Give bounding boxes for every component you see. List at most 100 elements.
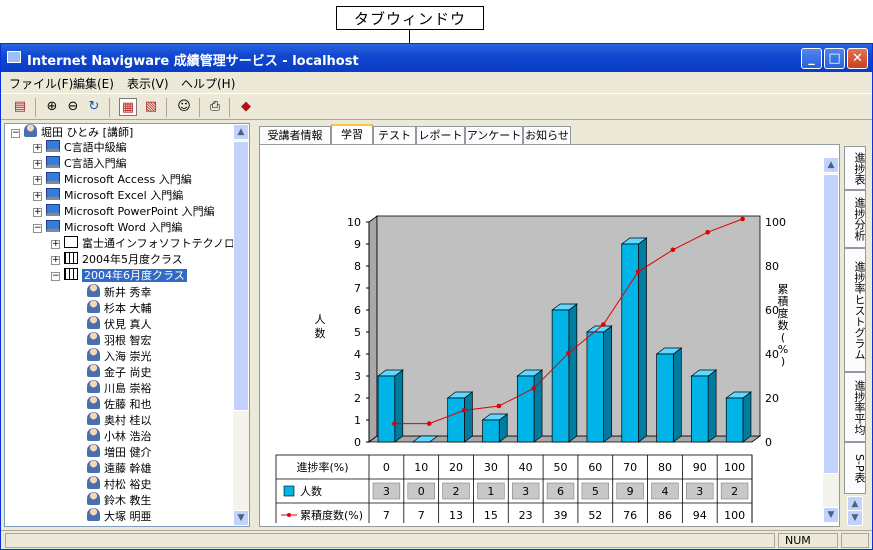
count-cell-value: 3: [522, 485, 529, 498]
menu-file[interactable]: ファイル(F): [9, 75, 73, 92]
layout-a-icon[interactable]: ▦: [119, 98, 137, 116]
zoom-out-icon[interactable]: ⊖: [64, 98, 82, 116]
cumulative-point: [461, 408, 467, 413]
menu-view[interactable]: 表示(V): [127, 75, 169, 92]
tree-course[interactable]: + Microsoft Access 入門編: [33, 172, 192, 188]
cumulative-point: [740, 216, 745, 222]
toolbar-separator: [109, 98, 110, 117]
side-tab-progress-histogram[interactable]: 進捗率ヒストグラム: [844, 248, 866, 372]
book-icon[interactable]: ◆: [237, 98, 255, 116]
tree-course[interactable]: + C言語入門編: [33, 156, 127, 172]
toolbar-separator: [35, 98, 36, 117]
tree-student[interactable]: 増田 健介: [87, 444, 152, 460]
scroll-down-button[interactable]: ▼: [233, 510, 249, 526]
y-left-tick-label: 8: [354, 260, 361, 273]
y-left-axis-title: 人: [315, 313, 326, 326]
student-name: 伏見 真人: [104, 318, 152, 331]
tab-questionnaire[interactable]: アンケート: [465, 126, 523, 144]
student-name: 佐藤 和也: [104, 398, 152, 411]
content-scroll-down-button[interactable]: ▼: [823, 507, 839, 523]
tree-student[interactable]: 大塚 明亜: [87, 508, 152, 524]
side-tab-progress-table[interactable]: 進捗表: [844, 146, 866, 190]
tree-course[interactable]: + Microsoft PowerPoint 入門編: [33, 204, 215, 220]
tree-view-icon[interactable]: ▤: [11, 98, 29, 116]
refresh-icon[interactable]: ↻: [85, 98, 103, 116]
tree-student[interactable]: 遠藤 幹雄: [87, 460, 152, 476]
tree-student[interactable]: 小林 浩治: [87, 428, 152, 444]
course-icon: [46, 140, 60, 152]
tree-student[interactable]: 新井 秀幸: [87, 284, 152, 300]
title-bar: Internet Navigware 成績管理サービス - localhost …: [1, 44, 872, 72]
tree-student[interactable]: 奥村 桂以: [87, 412, 152, 428]
side-tab-scroll-down[interactable]: ▼: [847, 510, 863, 526]
tree-course[interactable]: + C言語中級編: [33, 140, 127, 156]
student-name: 大塚 明亜: [104, 510, 152, 523]
student-icon: [87, 364, 100, 377]
tree-student[interactable]: 杉本 大輔: [87, 300, 152, 316]
class-icon: [64, 268, 78, 280]
toolbar-separator: [166, 98, 167, 117]
tab-learning[interactable]: 学習: [331, 124, 373, 145]
user-card-icon[interactable]: ☺: [175, 98, 193, 116]
tree-group[interactable]: + 富士通インフォソフトテクノロジ: [51, 236, 246, 252]
tree-group-selected[interactable]: −2004年6月度クラス: [51, 268, 187, 284]
print-icon[interactable]: ⎙: [206, 98, 224, 116]
tab-student-info[interactable]: 受講者情報: [259, 126, 331, 144]
content-scroll-thumb[interactable]: [823, 174, 839, 474]
cumulative-point: [670, 247, 676, 253]
y-right-axis-title: ): [781, 355, 785, 368]
content-scroll-up-button[interactable]: ▲: [823, 157, 839, 173]
count-cell-value: 1: [487, 485, 494, 498]
maximize-button[interactable]: □: [824, 48, 845, 69]
student-icon: [87, 300, 100, 313]
scroll-up-button[interactable]: ▲: [233, 124, 249, 140]
tree-scrollbar[interactable]: ▲ ▼: [233, 124, 249, 526]
class-icon: [64, 252, 78, 264]
tree-student[interactable]: 鈴木 教生: [87, 492, 152, 508]
minimize-button[interactable]: _: [801, 48, 822, 69]
menu-help[interactable]: ヘルプ(H): [181, 75, 235, 92]
tree-student[interactable]: 伏見 真人: [87, 316, 152, 332]
tab-report[interactable]: レポート: [416, 126, 465, 144]
menu-edit[interactable]: 編集(E): [73, 75, 114, 92]
scroll-thumb[interactable]: [233, 141, 249, 411]
table-header-label: 進捗率(%): [296, 460, 348, 474]
close-button[interactable]: ✕: [847, 48, 868, 69]
content-scrollbar[interactable]: ▲ ▼: [823, 157, 839, 523]
tab-notice[interactable]: お知らせ: [523, 126, 571, 144]
tree-student[interactable]: 佐藤 和也: [87, 396, 152, 412]
student-icon: [87, 284, 100, 297]
tree-course[interactable]: − Microsoft Word 入門編: [33, 220, 182, 236]
student-name: 増田 健介: [104, 446, 152, 459]
app-icon: [7, 51, 21, 63]
y-right-tick-label: 0: [765, 436, 772, 449]
tree-student[interactable]: 羽根 智宏: [87, 332, 152, 348]
course-icon: [46, 220, 60, 232]
group-icon: [64, 236, 78, 248]
table-category-cell: 90: [693, 461, 707, 474]
course-label: Microsoft Word 入門編: [64, 221, 183, 234]
student-icon: [87, 428, 100, 441]
tree-root[interactable]: − 堀田 ひとみ [講師]: [11, 124, 133, 140]
cumulative-point: [566, 350, 571, 356]
layout-b-icon[interactable]: ▧: [142, 98, 160, 116]
tree-student[interactable]: 川島 崇裕: [87, 380, 152, 396]
student-icon: [87, 332, 100, 345]
student-icon: [87, 380, 100, 393]
y-left-tick-label: 4: [354, 348, 361, 361]
side-tab-sp-table[interactable]: S-P表: [844, 442, 866, 494]
side-tab-progress-average[interactable]: 進捗率平均: [844, 372, 866, 442]
bar-side: [394, 369, 404, 443]
tree-student[interactable]: 金子 尚史: [87, 364, 152, 380]
tree-student[interactable]: 入海 崇光: [87, 348, 152, 364]
tree-group[interactable]: +2004年5月度クラス: [51, 252, 183, 268]
y-right-tick-label: 100: [765, 216, 786, 229]
tab-test[interactable]: テスト: [373, 126, 416, 144]
tree-student[interactable]: 村松 裕史: [87, 476, 152, 492]
zoom-in-icon[interactable]: ⊕: [43, 98, 61, 116]
side-tab-progress-analysis[interactable]: 進捗分析: [844, 190, 866, 248]
y-left-tick-label: 6: [354, 304, 361, 317]
student-name: 村松 裕史: [104, 478, 152, 491]
legend-line-dot: [287, 513, 291, 517]
tree-course[interactable]: + Microsoft Excel 入門編: [33, 188, 183, 204]
